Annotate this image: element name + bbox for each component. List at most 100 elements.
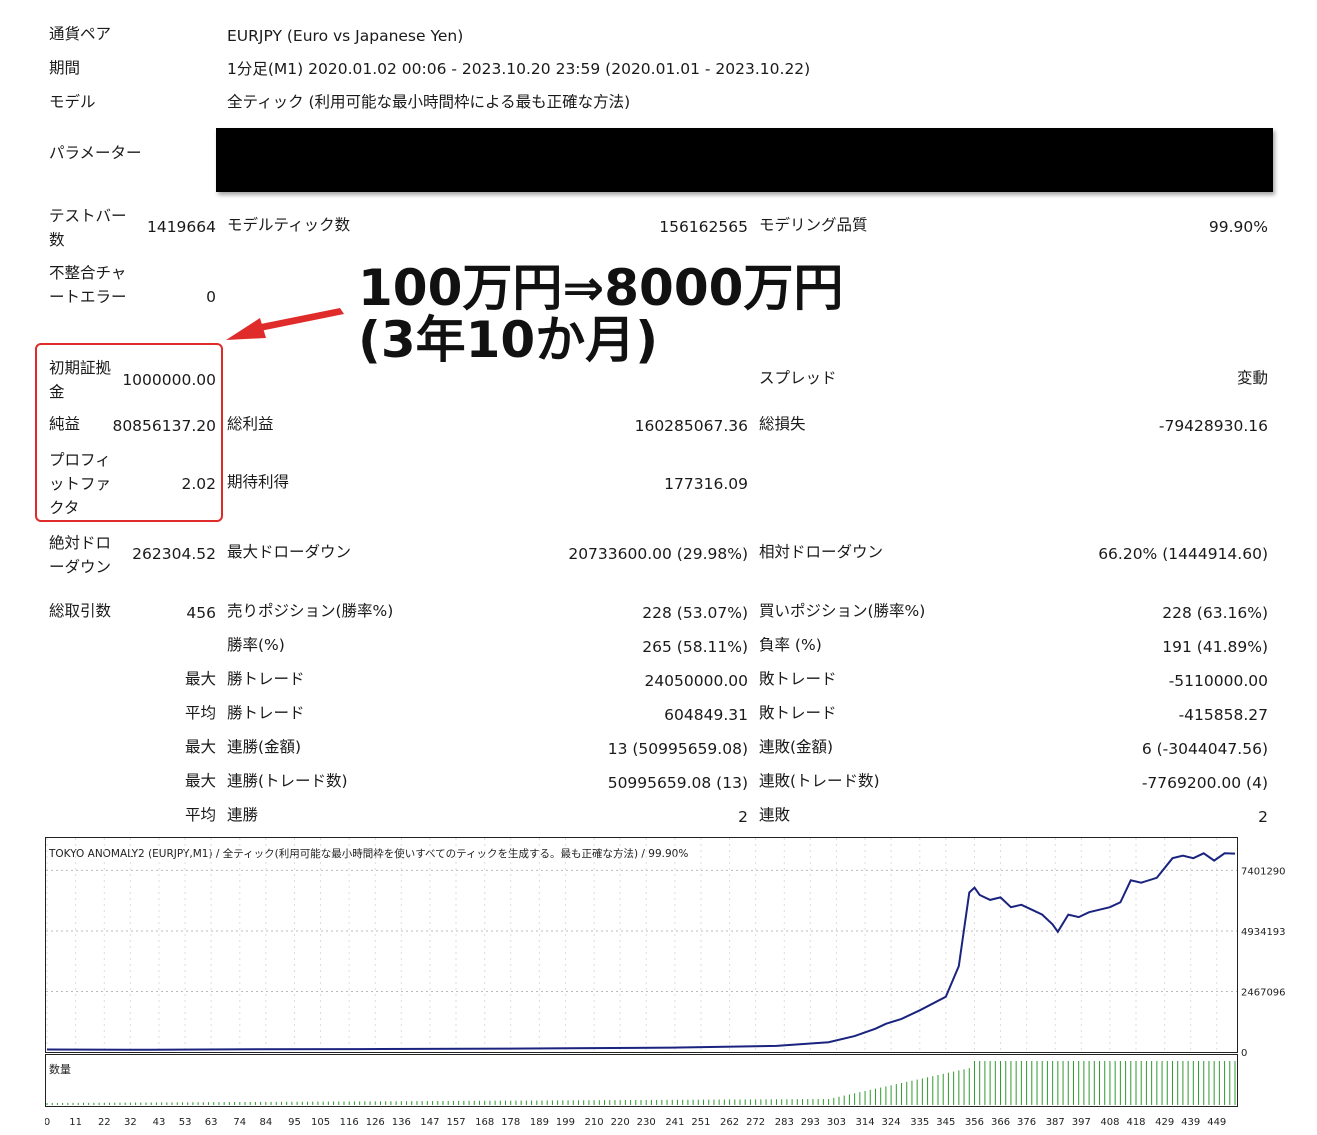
loss-rate-label: 負率 (%) [759,636,822,654]
largest-loss-value: -5110000.00 [1168,672,1268,690]
loss-rate-value: 191 (41.89%) [1162,638,1268,656]
x-axis-labels: 0 11 22 32 43 53 63 74 84 95 105 116 126 136 147 157 168… [45,1117,1226,1128]
gross-profit-value: 160285067.36 [634,417,748,435]
avg-loss-value: -415858.27 [1178,706,1268,724]
avg-consec-loss-value: 2 [1258,808,1268,826]
win-rate-label: 勝率(%) [227,636,285,654]
x-tick-label: 387 [1046,1117,1065,1128]
max-consec-lossamt-value: -7769200.00 (4) [1141,774,1268,792]
model-value: 全ティック (利用可能な最小時間枠による最も正確な方法) [227,93,631,111]
abs-drawdown-value: 262304.52 [132,545,216,563]
volume-chart-frame [45,1054,1238,1107]
max-consec-loss-value: 6 (-3044047.56) [1141,740,1268,758]
net-profit-value: 80856137.20 [112,417,216,435]
average-label: 平均 [184,704,216,722]
max-consec-loss-label: 連敗(金額) [759,738,834,756]
y-tick-label: 2467096 [1241,987,1286,998]
test-bars-value: 1419664 [146,218,216,236]
x-tick-label: 241 [665,1117,684,1128]
x-tick-label: 63 [205,1117,218,1128]
x-tick-label: 324 [882,1117,901,1128]
avg-consec-win-value: 2 [738,808,748,826]
x-tick-label: 105 [311,1117,330,1128]
x-tick-label: 262 [720,1117,739,1128]
x-tick-label: 84 [259,1117,272,1128]
gross-profit-label: 総利益 [227,415,274,433]
spread-label: スプレッド [759,369,837,387]
avg-consec-loss-label: 連敗 [759,806,791,824]
mismatch-label: 不整合チャートエラー [49,264,127,306]
total-trades-label: 総取引数 [49,602,112,620]
annotation-line2: (3年10か月) [358,311,659,369]
avg-win-value: 604849.31 [664,706,748,724]
x-tick-label: 0 [45,1117,50,1128]
spread-value: 変動 [1236,369,1268,387]
x-tick-label: 356 [965,1117,984,1128]
x-tick-label: 74 [233,1117,246,1128]
gross-loss-value: -79428930.16 [1158,417,1268,435]
x-tick-label: 283 [775,1117,794,1128]
x-tick-label: 32 [124,1117,137,1128]
x-tick-label: 95 [288,1117,301,1128]
pair-value: EURJPY (Euro vs Japanese Yen) [227,27,464,45]
x-tick-label: 116 [340,1117,359,1128]
x-tick-label: 22 [98,1117,111,1128]
x-tick-label: 376 [1017,1117,1036,1128]
avg-consec-win-label: 連勝 [227,806,259,824]
x-tick-label: 272 [746,1117,765,1128]
avg-win-label: 勝トレード [227,704,305,722]
annotation-text: 100万円⇒8000万円 (3年10か月) [358,262,843,366]
long-positions-label: 買いポジション(勝率%) [759,602,926,620]
max-consec2-label: 最大 [184,772,216,790]
x-tick-label: 314 [856,1117,875,1128]
model-label: モデル [49,93,96,111]
largest-win-value: 24050000.00 [644,672,748,690]
x-tick-label: 168 [475,1117,494,1128]
initial-deposit-value: 1000000.00 [122,371,216,389]
x-tick-label: 157 [446,1117,465,1128]
volume-label: 数量 [49,1063,71,1076]
x-tick-label: 230 [637,1117,656,1128]
x-tick-label: 189 [530,1117,549,1128]
model-ticks-value: 156162565 [659,218,748,236]
rel-drawdown-value: 66.20% (1444914.60) [1098,545,1268,563]
x-tick-label: 251 [691,1117,710,1128]
x-tick-label: 11 [69,1117,82,1128]
rel-drawdown-label: 相対ドローダウン [759,543,884,561]
x-tick-label: 303 [827,1117,846,1128]
x-tick-label: 418 [1126,1117,1145,1128]
max-drawdown-value: 20733600.00 (29.98%) [568,545,748,563]
y-axis-labels: 7401290 4934193 2467096 0 [1241,866,1286,1059]
x-tick-label: 345 [936,1117,955,1128]
max-drawdown-label: 最大ドローダウン [227,543,352,561]
largest-loss-label: 敗トレード [759,670,837,688]
x-tick-label: 43 [153,1117,166,1128]
win-rate-value: 265 (58.11%) [642,638,748,656]
avg-loss-label: 敗トレード [759,704,837,722]
profit-factor-label: プロフィットファクタ [49,451,112,517]
max-consec-lossamt-label: 連敗(トレード数) [759,772,880,790]
balance-chart-frame [45,837,1238,1053]
x-tick-label: 408 [1100,1117,1119,1128]
gross-loss-label: 総損失 [759,415,806,433]
x-tick-label: 53 [179,1117,192,1128]
max-consec-label: 最大 [184,738,216,756]
largest-win-label: 勝トレード [227,670,305,688]
x-tick-label: 126 [366,1117,385,1128]
annotation-arrow [226,308,344,340]
x-tick-label: 439 [1181,1117,1200,1128]
x-tick-label: 178 [501,1117,520,1128]
total-trades-value: 456 [186,604,216,622]
x-tick-label: 210 [585,1117,604,1128]
chart-title: TOKYO ANOMALY2 (EURJPY,M1) / 全ティック(利用可能な… [48,847,688,860]
period-label: 期間 [49,59,81,77]
abs-drawdown-label: 絶対ドローダウン [49,534,112,576]
x-tick-label: 147 [420,1117,439,1128]
expected-payoff-value: 177316.09 [664,475,748,493]
y-tick-label: 4934193 [1241,927,1286,938]
x-tick-label: 449 [1207,1117,1226,1128]
avg-consec-label: 平均 [184,806,216,824]
profit-factor-value: 2.02 [181,475,216,493]
short-positions-label: 売りポジション(勝率%) [227,602,394,620]
pair-label: 通貨ペア [49,25,112,43]
